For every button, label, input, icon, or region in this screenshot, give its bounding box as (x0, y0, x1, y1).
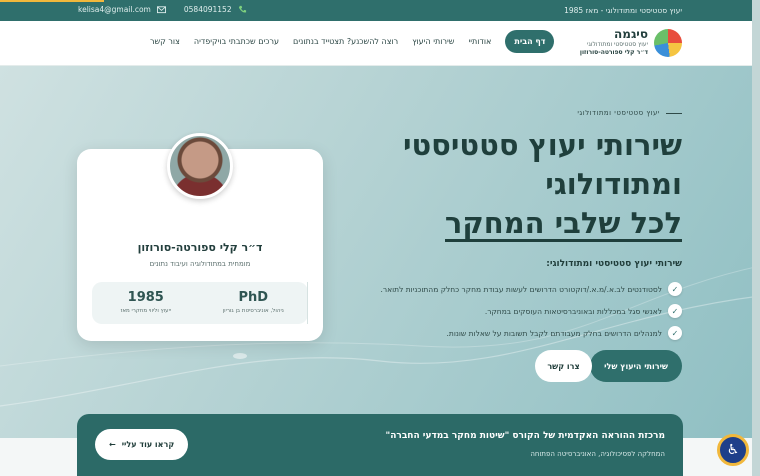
nav-services[interactable]: שירותי היעוץ (412, 37, 454, 46)
logo-pie-icon (654, 28, 682, 57)
services-button[interactable]: שירותי היעוץ שלי (590, 350, 682, 382)
top-tagline: יעוץ סטטיסטי ומתודולוגי - מאז 1985 (564, 6, 682, 15)
site-header: סיגמה יעוץ סטטיסטי ומתודולוגי ד״ר קלי ספ… (0, 21, 760, 66)
site-logo[interactable]: סיגמה יעוץ סטטיסטי ומתודולוגי ד״ר קלי ספ… (580, 28, 682, 57)
service-text: למנהלים הדרושים בחלק מעבודתם לקבל תשובות… (446, 328, 663, 338)
nav-about[interactable]: אודותיי (468, 37, 491, 46)
stat-value: PhD (238, 290, 269, 305)
eyebrow-line (666, 112, 682, 114)
hero-eyebrow: יעוץ סטטיסטי ומתודולוגי (577, 109, 682, 117)
service-text: לאנשי סגל במכללות ובאוניברסיטאות העוסקים… (484, 306, 662, 316)
top-accent-line (0, 0, 104, 2)
phone-link[interactable]: 0584091152 (184, 5, 232, 14)
phone-icon[interactable] (238, 5, 247, 14)
banner-title: מרכזת ההוראה האקדמית של הקורס "שיטות מחק… (385, 431, 665, 441)
stat-label: ניהול, אוניברסיטת בן גוריון (222, 308, 284, 314)
check-icon: ✓ (668, 304, 682, 318)
nav-wikipedia[interactable]: ערכים שכתבתי בויקיפדיה (194, 37, 279, 46)
nav-home[interactable]: דף הבית (505, 30, 555, 53)
top-contact: kelisa4@gmail.com 0584091152 (78, 5, 247, 14)
hero-headline: שירותי יעוץ סטטיסטי ומתודולוגי לכל שלבי … (382, 126, 682, 243)
scrollbar[interactable] (752, 0, 760, 476)
accessibility-icon[interactable]: ♿ (717, 434, 749, 466)
mail-icon[interactable] (156, 5, 166, 14)
email-link[interactable]: kelisa4@gmail.com (78, 5, 151, 14)
eyebrow-text: יעוץ סטטיסטי ומתודולוגי (577, 109, 660, 117)
nav-data[interactable]: רוצה להשכנע? תצטייד בנתונים (293, 37, 398, 46)
headline-line-2: ומתודולוגי (545, 167, 682, 201)
read-more-label: קראו עוד עליי (121, 440, 175, 449)
banner-subtitle: המחלקה לפסיכולוגיה, האוניברסיטה הפתוחה (530, 450, 665, 458)
service-text: לסטודנטים לב.א./מ.א./דוקטורט הדרושים לעש… (380, 284, 662, 294)
stat-degree: PhD ניהול, אוניברסיטת בן גוריון (200, 282, 308, 324)
check-icon: ✓ (668, 326, 682, 340)
profile-role: מומחית במתודולוגיה ועיבוד נתונים (149, 260, 251, 268)
stat-since: 1985 ייעוץ וליווי מחקרי מאז (92, 282, 200, 324)
main-nav: דף הבית אודותיי שירותי היעוץ רוצה להשכנע… (150, 30, 555, 53)
headline-line-1: שירותי יעוץ סטטיסטי (402, 128, 682, 162)
list-item: ✓ לסטודנטים לב.א./מ.א./דוקטורט הדרושים ל… (380, 278, 682, 300)
academic-banner: מרכזת ההוראה האקדמית של הקורס "שיטות מחק… (77, 414, 683, 476)
profile-name: ד״ר קלי ספורטה-סורוזון (137, 241, 263, 254)
hero-section: יעוץ סטטיסטי ומתודולוגי שירותי יעוץ סטטי… (0, 66, 760, 438)
profile-stats: 1985 ייעוץ וליווי מחקרי מאז PhD ניהול, א… (92, 282, 308, 324)
stat-label: ייעוץ וליווי מחקרי מאז (120, 308, 172, 314)
nav-contact[interactable]: צור קשר (150, 37, 180, 46)
logo-owner: ד״ר קלי ספורטה-סורוזון (579, 49, 648, 56)
contact-button[interactable]: צרו קשר (535, 350, 592, 382)
headline-line-3: לכל שלבי המחקר (444, 206, 682, 242)
avatar (167, 133, 233, 199)
arrow-left-icon: ← (109, 440, 116, 449)
stat-value: 1985 (127, 290, 164, 305)
logo-subtitle: יעוץ סטטיסטי ומתודולוגי (587, 41, 648, 48)
check-icon: ✓ (668, 282, 682, 296)
services-title: שירותי יעוץ סטטיסטי ומתודולוגי: (546, 259, 682, 269)
logo-name: סיגמה (614, 27, 648, 41)
services-list: ✓ לסטודנטים לב.א./מ.א./דוקטורט הדרושים ל… (380, 278, 682, 344)
list-item: ✓ למנהלים הדרושים בחלק מעבודתם לקבל תשוב… (380, 322, 682, 344)
list-item: ✓ לאנשי סגל במכללות ובאוניברסיטאות העוסק… (380, 300, 682, 322)
profile-card: ד״ר קלי ספורטה-סורוזון מומחית במתודולוגי… (77, 133, 323, 341)
top-bar: kelisa4@gmail.com 0584091152 יעוץ סטטיסט… (0, 0, 760, 21)
read-more-button[interactable]: קראו עוד עליי ← (95, 429, 189, 460)
